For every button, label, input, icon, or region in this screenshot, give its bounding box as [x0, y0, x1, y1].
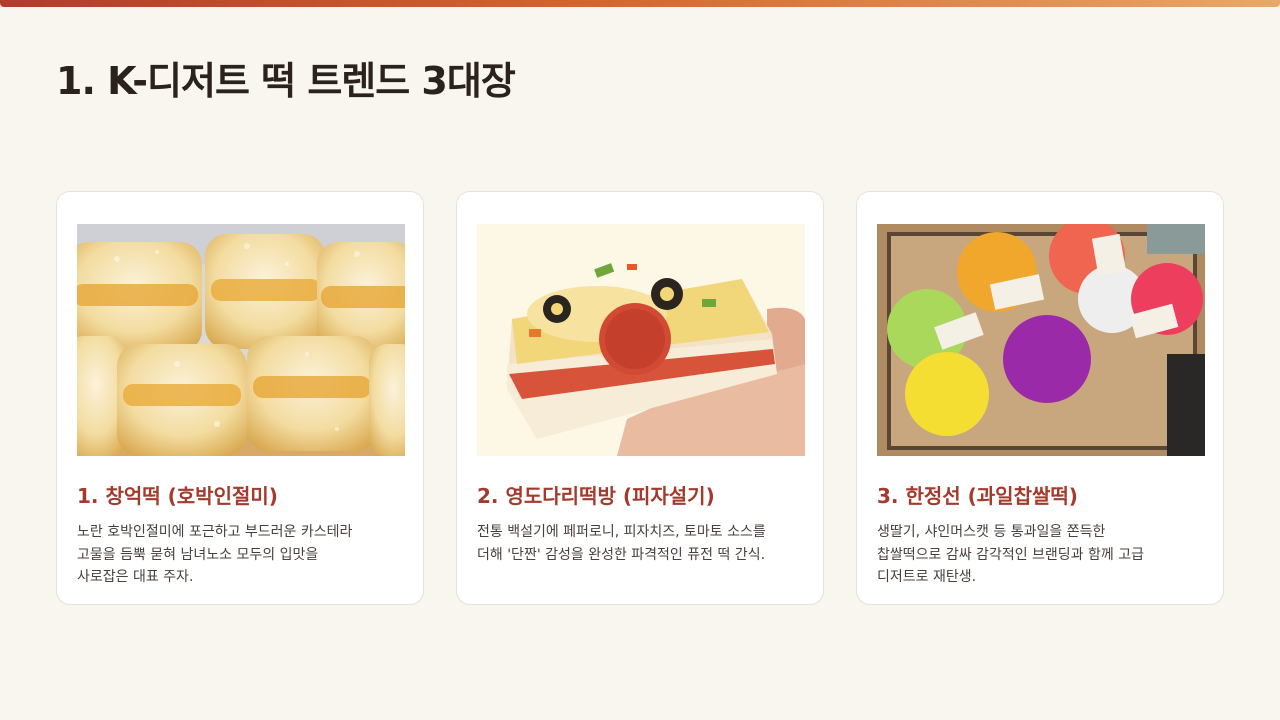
card-image-fruit-chapssaltteok: [877, 224, 1205, 456]
desc-line: 디저트로 재탄생.: [877, 569, 977, 585]
desc-line: 더해 '단짠' 감성을 완성한 파격적인 퓨전 떡 간식.: [477, 546, 766, 563]
card-title: 3. 한정선 (과일찹쌀떡): [877, 484, 1078, 508]
card-description: 전통 백설기에 페퍼로니, 피자치즈, 토마토 소스를 더해 '단짠' 감성을 …: [477, 521, 807, 566]
desc-line: 찹쌀떡으로 감싸 감각적인 브랜딩과 함께 고급: [877, 546, 1144, 563]
card-description: 생딸기, 샤인머스캣 등 통과일을 쫀득한 찹쌀떡으로 감싸 감각적인 브랜딩과…: [877, 521, 1207, 589]
page-title: 1. K-디저트 떡 트렌드 3대장: [56, 59, 516, 103]
desc-line: 노란 호박인절미에 포근하고 부드러운 카스테라: [77, 524, 353, 540]
desc-line: 전통 백설기에 페퍼로니, 피자치즈, 토마토 소스를: [477, 524, 766, 540]
card-title: 2. 영도다리떡방 (피자설기): [477, 484, 715, 508]
card-image-pumpkin-injeolmi: [77, 224, 405, 456]
card-yeongdodari: 2. 영도다리떡방 (피자설기) 전통 백설기에 페퍼로니, 피자치즈, 토마토…: [456, 191, 824, 605]
desc-line: 생딸기, 샤인머스캣 등 통과일을 쫀득한: [877, 524, 1106, 540]
top-accent-bar: [0, 0, 1280, 7]
desc-line: 고물을 듬뿍 묻혀 남녀노소 모두의 입맛을: [77, 546, 319, 563]
card-hanjeongseon: 3. 한정선 (과일찹쌀떡) 생딸기, 샤인머스캣 등 통과일을 쫀득한 찹쌀떡…: [856, 191, 1224, 605]
card-description: 노란 호박인절미에 포근하고 부드러운 카스테라 고물을 듬뿍 묻혀 남녀노소 …: [77, 521, 407, 589]
card-changeok: 1. 창억떡 (호박인절미) 노란 호박인절미에 포근하고 부드러운 카스테라 …: [56, 191, 424, 605]
desc-line: 사로잡은 대표 주자.: [77, 569, 194, 585]
card-image-pizza-seolgi: [477, 224, 805, 456]
card-title: 1. 창억떡 (호박인절미): [77, 484, 278, 508]
card-list: 1. 창억떡 (호박인절미) 노란 호박인절미에 포근하고 부드러운 카스테라 …: [56, 191, 1224, 605]
